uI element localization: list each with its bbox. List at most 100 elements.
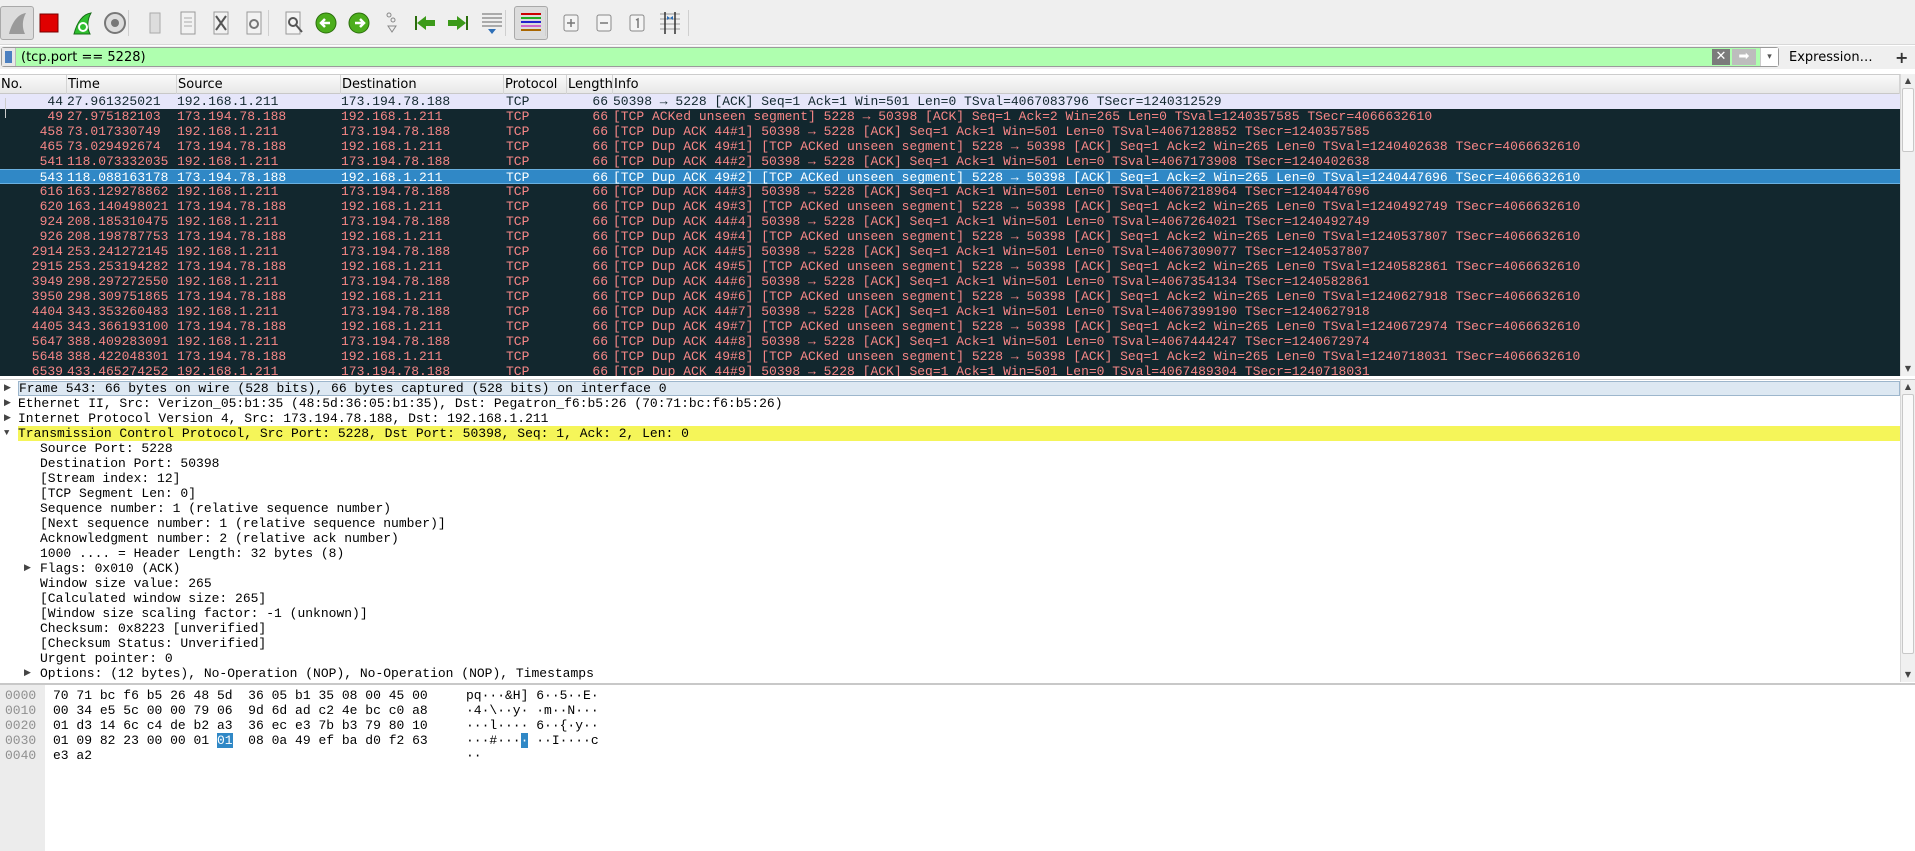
packet-row[interactable]: 2914 253.241272145 192.168.1.211 173.194.78… [0, 244, 1900, 259]
hex-byte[interactable]: 80 [389, 718, 405, 733]
hex-byte[interactable]: ba [342, 733, 358, 748]
detail-tree-item[interactable]: [Window size scaling factor: -1 (unknown… [0, 606, 1900, 621]
column-header-protocol[interactable]: Protocol [504, 75, 567, 94]
column-header-destination[interactable]: Destination [341, 75, 504, 94]
details-scrollbar[interactable]: ▲ ▼ [1900, 380, 1915, 682]
hex-byte[interactable]: d0 [365, 733, 381, 748]
detail-tree-item[interactable]: ▼ Transmission Control Protocol, Src Port… [0, 426, 1900, 441]
hex-byte[interactable]: 7b [318, 718, 334, 733]
hex-byte[interactable]: f6 [123, 688, 139, 703]
go-forward-button[interactable] [342, 6, 376, 40]
hex-byte[interactable]: 01 [216, 733, 233, 748]
hex-byte[interactable]: a8 [412, 703, 428, 718]
hex-byte[interactable]: 09 [76, 733, 92, 748]
detail-tree-item[interactable]: 1000 .... = Header Length: 32 bytes (8) [0, 546, 1900, 561]
packet-list-scrollbar[interactable]: ▲ ▼ [1900, 74, 1915, 376]
hex-byte[interactable]: 36 [248, 688, 264, 703]
hex-byte[interactable]: 26 [170, 688, 186, 703]
apply-filter-icon[interactable]: ➡ [1732, 49, 1756, 65]
go-to-packet-button[interactable] [375, 6, 409, 40]
hex-byte[interactable]: 63 [412, 733, 428, 748]
detail-tree-item[interactable]: [Checksum Status: Unverified] [0, 636, 1900, 651]
hex-byte[interactable]: 70 [53, 688, 69, 703]
hex-byte[interactable]: 08 [342, 688, 358, 703]
find-packet-button[interactable] [277, 6, 311, 40]
hex-ascii[interactable]: ···l···· 6··{·y·· [466, 718, 599, 733]
normal-size-button[interactable] [620, 6, 654, 40]
packet-row[interactable]: 616 163.129278862 192.168.1.211 173.194.78.… [0, 184, 1900, 199]
save-file-button[interactable] [171, 6, 205, 40]
hex-byte[interactable]: 6d [272, 703, 288, 718]
hex-byte[interactable]: 5c [123, 703, 139, 718]
packet-row[interactable]: 3950 298.309751865 173.194.78.188 192.168.1… [0, 289, 1900, 304]
hex-byte[interactable]: 00 [53, 703, 69, 718]
hex-byte[interactable]: 00 [147, 703, 163, 718]
hex-byte[interactable]: 00 [170, 733, 186, 748]
hex-bytes[interactable]: 70 71 bc f6 b5 26 48 5d 36 05 b1 35 08 0… [53, 688, 428, 703]
packet-row[interactable]: 465 73.029492674 173.194.78.188 192.168.1.2… [0, 139, 1900, 154]
collapsed-arrow-icon[interactable]: ▶ [24, 561, 34, 576]
hex-byte[interactable]: 00 [170, 703, 186, 718]
packet-row[interactable]: 5647 388.409283091 192.168.1.211 173.194.78… [0, 334, 1900, 349]
clear-filter-icon[interactable]: ✕ [1712, 49, 1730, 65]
restart-capture-button[interactable] [65, 6, 99, 40]
detail-tree-item[interactable]: ▶ Flags: 0x010 (ACK) [0, 561, 1900, 576]
collapsed-arrow-icon[interactable]: ▶ [4, 411, 14, 426]
hex-ascii[interactable]: ···#···· ··I····c [466, 733, 599, 748]
packet-row[interactable]: 926 208.198787753 173.194.78.188 192.168.1.… [0, 229, 1900, 244]
detail-tree-item[interactable]: ▶ Options: (12 bytes), No-Operation (NOP)… [0, 666, 1900, 681]
hex-byte[interactable]: 79 [194, 703, 210, 718]
detail-tree-item[interactable]: ▶ Internet Protocol Version 4, Src: 173.1… [0, 411, 1900, 426]
detail-tree-item[interactable]: [Stream index: 12] [0, 471, 1900, 486]
hex-byte[interactable]: a2 [76, 748, 92, 763]
hex-byte[interactable]: 5d [217, 688, 233, 703]
detail-tree-item[interactable]: [Next sequence number: 1 (relative seque… [0, 516, 1900, 531]
scroll-down-icon[interactable]: ▼ [1901, 668, 1915, 682]
hex-bytes[interactable]: 01 d3 14 6c c4 de b2 a3 36 ec e3 7b b3 7… [53, 718, 428, 733]
go-back-button[interactable] [309, 6, 343, 40]
hex-byte[interactable]: 45 [389, 688, 405, 703]
hex-byte[interactable]: 01 [53, 733, 69, 748]
filter-history-dropdown[interactable]: ▾ [1760, 48, 1778, 66]
detail-tree-item[interactable]: Checksum: 0x8223 [unverified] [0, 621, 1900, 636]
scroll-up-icon[interactable]: ▲ [1901, 74, 1915, 88]
hex-ascii[interactable]: ·· [466, 748, 482, 763]
scroll-up-icon[interactable]: ▲ [1901, 380, 1915, 394]
collapsed-arrow-icon[interactable]: ▶ [24, 666, 34, 681]
packet-row[interactable]: 44 27.961325021 192.168.1.211 173.194.78.18… [0, 94, 1900, 109]
hex-byte[interactable]: de [170, 718, 186, 733]
detail-tree-item[interactable]: Sequence number: 1 (relative sequence nu… [0, 501, 1900, 516]
packet-row[interactable]: 6539 433.465274252 192.168.1.211 173.194.78… [0, 364, 1900, 376]
detail-tree-item[interactable]: Acknowledgment number: 2 (relative ack n… [0, 531, 1900, 546]
hex-byte[interactable]: 9d [248, 703, 264, 718]
shark-fin-start-button[interactable] [0, 6, 34, 40]
detail-tree-item[interactable]: [Calculated window size: 265] [0, 591, 1900, 606]
hex-byte[interactable]: bc [365, 703, 381, 718]
hex-byte[interactable]: ef [318, 733, 334, 748]
hex-byte[interactable]: 35 [318, 688, 334, 703]
hex-byte[interactable]: 48 [194, 688, 210, 703]
column-header-info[interactable]: Info [613, 75, 1900, 94]
hex-byte[interactable]: 06 [217, 703, 233, 718]
close-file-button[interactable] [204, 6, 238, 40]
scroll-down-icon[interactable]: ▼ [1901, 362, 1915, 376]
add-filter-button[interactable]: + [1895, 48, 1908, 67]
hex-byte[interactable]: d3 [76, 718, 92, 733]
hex-byte[interactable]: 23 [123, 733, 139, 748]
hex-byte[interactable]: 08 [248, 733, 264, 748]
detail-tree-item[interactable]: Source Port: 5228 [0, 441, 1900, 456]
hex-bytes[interactable]: e3 a2 [53, 748, 92, 763]
packet-row[interactable]: 458 73.017330749 192.168.1.211 173.194.78.1… [0, 124, 1900, 139]
hex-byte[interactable]: 4e [342, 703, 358, 718]
hex-byte[interactable]: 05 [272, 688, 288, 703]
column-header-source[interactable]: Source [177, 75, 341, 94]
column-header-no[interactable]: No. [0, 75, 67, 94]
column-header-length[interactable]: Length [567, 75, 613, 94]
detail-tree-item[interactable]: [TCP Segment Len: 0] [0, 486, 1900, 501]
open-file-button[interactable] [138, 6, 172, 40]
detail-tree-item[interactable]: ▶ Ethernet II, Src: Verizon_05:b1:35 (48:… [0, 396, 1900, 411]
filter-text[interactable]: (tcp.port == 5228) [16, 50, 1712, 65]
resize-columns-button[interactable] [653, 6, 687, 40]
hex-byte[interactable]: c2 [318, 703, 334, 718]
packet-row[interactable]: 924 208.185310475 192.168.1.211 173.194.78.… [0, 214, 1900, 229]
